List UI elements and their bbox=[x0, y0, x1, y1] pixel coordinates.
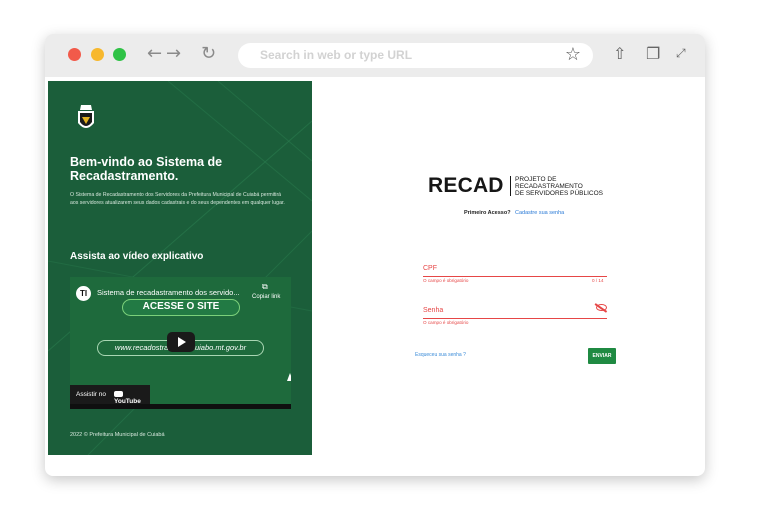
watch-on-youtube-button[interactable]: Assistir no YouTube bbox=[70, 385, 150, 405]
recad-logo: RECAD bbox=[428, 174, 504, 197]
welcome-heading: Bem-vindo ao Sistema de Recadastramento. bbox=[70, 155, 223, 183]
cursor-icon bbox=[287, 373, 291, 381]
copyright: 2022 © Prefeitura Municipal de Cuiabá bbox=[70, 432, 165, 438]
browser-toolbar: ← → ↻ Search in web or type URL ☆ ⇧ ❐ ⤢ bbox=[45, 34, 705, 77]
cpf-field[interactable]: CPF bbox=[423, 265, 437, 272]
video-title[interactable]: Sistema de recadastramento dos servido..… bbox=[97, 288, 255, 297]
channel-avatar[interactable]: TI bbox=[76, 286, 91, 301]
share-icon[interactable]: ⇧ bbox=[613, 44, 626, 63]
video-banner: ACESSE O SITE bbox=[122, 299, 240, 316]
register-password-link[interactable]: Cadastre sua senha bbox=[515, 210, 564, 216]
password-field[interactable]: Senha bbox=[423, 307, 443, 314]
tabs-icon[interactable]: ❐ bbox=[646, 44, 660, 63]
play-button[interactable] bbox=[167, 332, 195, 352]
youtube-logo: YouTube bbox=[114, 391, 150, 405]
logo-subtitle: PROJETO DE RECADASTRAMENTO DE SERVIDORES… bbox=[515, 176, 603, 197]
back-arrow-icon[interactable]: ← bbox=[147, 43, 162, 64]
cpf-underline bbox=[423, 276, 607, 277]
maximize-window-button[interactable] bbox=[113, 48, 126, 61]
logo-subtitle-line-1: PROJETO DE bbox=[515, 176, 557, 183]
watch-label: Assistir no bbox=[76, 391, 106, 398]
minimize-window-button[interactable] bbox=[91, 48, 104, 61]
expand-icon[interactable]: ⤢ bbox=[676, 46, 686, 61]
cpf-counter: 0 / 14 bbox=[592, 278, 604, 283]
video-embed[interactable]: TI Sistema de recadastramento dos servid… bbox=[70, 277, 291, 409]
copy-icon[interactable]: ⧉ bbox=[262, 282, 268, 292]
forgot-password-link[interactable]: Esqueceu sua senha ? bbox=[415, 352, 466, 358]
video-progress-bar bbox=[70, 404, 291, 409]
address-placeholder: Search in web or type URL bbox=[260, 48, 413, 62]
address-bar[interactable]: Search in web or type URL ☆ bbox=[238, 43, 593, 68]
logo-subtitle-line-2: RECADASTRAMENTO bbox=[515, 183, 583, 190]
close-window-button[interactable] bbox=[68, 48, 81, 61]
logo-subtitle-line-3: DE SERVIDORES PÚBLICOS bbox=[515, 190, 604, 197]
first-access-label: Primeiro Acesso? bbox=[464, 210, 511, 216]
forward-arrow-icon[interactable]: → bbox=[166, 43, 181, 64]
cpf-error: O campo é obrigatório bbox=[423, 278, 469, 283]
send-button[interactable]: ENVIAR bbox=[588, 348, 616, 364]
crest-logo bbox=[78, 105, 94, 128]
welcome-description: O Sistema de Recadastramento dos Servido… bbox=[70, 192, 285, 206]
video-heading: Assista ao vídeo explicativo bbox=[70, 251, 204, 262]
logo-divider bbox=[510, 176, 511, 196]
reload-icon[interactable]: ↻ bbox=[201, 43, 216, 64]
youtube-icon bbox=[114, 391, 123, 397]
password-underline bbox=[423, 318, 607, 319]
eye-off-icon[interactable] bbox=[596, 304, 607, 311]
password-error: O campo é obrigatório bbox=[423, 320, 469, 325]
page-content: Bem-vindo ao Sistema de Recadastramento.… bbox=[48, 81, 702, 473]
star-icon[interactable]: ☆ bbox=[565, 44, 581, 65]
welcome-panel: Bem-vindo ao Sistema de Recadastramento.… bbox=[48, 81, 312, 455]
copy-link-label[interactable]: Copiar link bbox=[252, 294, 280, 300]
browser-window: ← → ↻ Search in web or type URL ☆ ⇧ ❐ ⤢ bbox=[45, 34, 705, 476]
